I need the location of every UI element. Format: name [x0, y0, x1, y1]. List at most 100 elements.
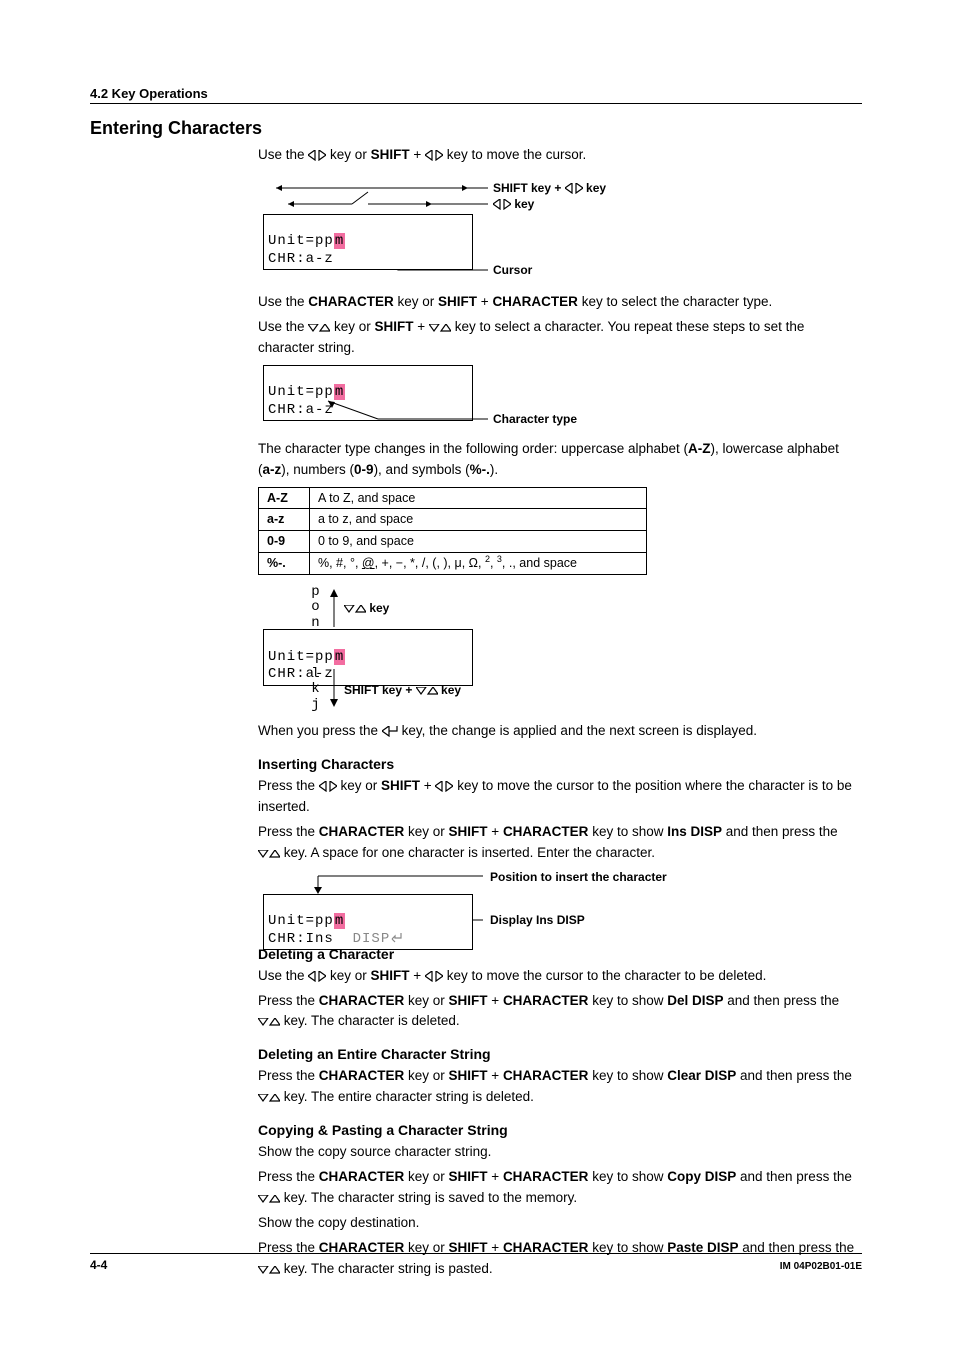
text: Press the — [258, 778, 319, 793]
text: , ., and space — [502, 556, 577, 570]
left-right-arrow-icon — [308, 971, 326, 982]
cell: %-. — [259, 553, 310, 575]
text: Use the — [258, 294, 308, 309]
text: Copy DISP — [667, 1169, 736, 1184]
text: CHARACTER — [503, 1068, 589, 1083]
text: + — [488, 1169, 503, 1184]
text: SHIFT — [449, 993, 488, 1008]
text: key to move the cursor. — [447, 147, 587, 162]
text: + — [488, 824, 503, 839]
text: Press the — [258, 1068, 319, 1083]
text: + — [477, 294, 492, 309]
left-right-arrow-icon — [425, 971, 443, 982]
text: key or — [330, 319, 374, 334]
annotation-down: SHIFT key + key — [344, 683, 461, 697]
text: key. A space for one character is insert… — [280, 845, 655, 860]
left-right-arrow-icon — [319, 781, 337, 792]
text: key to show — [588, 1068, 667, 1083]
lcd-line2b: DISP — [353, 931, 391, 947]
cell: A to Z, and space — [310, 487, 647, 509]
text: Use the — [258, 147, 308, 162]
page-number: 4-4 — [90, 1258, 107, 1272]
text: SHIFT — [381, 778, 420, 793]
text: CHARACTER — [319, 824, 405, 839]
text: key or — [326, 968, 370, 983]
text: + — [413, 147, 425, 162]
text: key — [583, 181, 606, 195]
para: Press the CHARACTER key or SHIFT + CHARA… — [258, 991, 858, 1033]
text: ). — [490, 462, 498, 477]
text: SHIFT key + — [493, 181, 565, 195]
text: CHARACTER — [503, 993, 589, 1008]
text: SHIFT — [449, 824, 488, 839]
text: , +, −, *, /, (, ), μ, Ω, — [375, 556, 485, 570]
text: and then press the — [724, 993, 840, 1008]
para: Press the CHARACTER key or SHIFT + CHARA… — [258, 822, 858, 864]
text: Ins DISP — [667, 824, 722, 839]
cell: a to z, and space — [310, 509, 647, 531]
text: A-Z — [688, 441, 711, 456]
text: CHARACTER — [319, 993, 405, 1008]
text: Press the — [258, 993, 319, 1008]
text: CHARACTER — [319, 1068, 405, 1083]
lcd-line1a: Unit=pp — [268, 233, 334, 249]
cell: 0 to 9, and space — [310, 531, 647, 553]
text: SHIFT — [449, 1068, 488, 1083]
para: Show the copy source character string. — [258, 1142, 858, 1163]
para: Press the CHARACTER key or SHIFT + CHARA… — [258, 1167, 858, 1209]
left-right-arrow-icon — [493, 199, 511, 210]
text: and then press the — [736, 1169, 852, 1184]
text: ), and symbols ( — [374, 462, 470, 477]
text: Use the — [258, 968, 308, 983]
doc-id: IM 04P02B01-01E — [780, 1261, 862, 1272]
down-up-arrow-icon — [258, 1018, 280, 1027]
text: CHARACTER — [319, 1169, 405, 1184]
cell: a-z — [259, 509, 310, 531]
para: Press the CHARACTER key or SHIFT + CHARA… — [258, 1066, 858, 1108]
cell: %, #, °, @, +, −, *, /, (, ), μ, Ω, 2, 3… — [310, 553, 647, 575]
subhead-insert: Inserting Characters — [258, 756, 858, 772]
subhead-copy: Copying & Pasting a Character String — [258, 1122, 858, 1138]
annotation-key: key — [493, 197, 534, 211]
para: Press the key or SHIFT + key to move the… — [258, 776, 858, 818]
text: , — [490, 556, 497, 570]
down-up-arrow-icon — [258, 1266, 280, 1275]
text: and then press the — [736, 1068, 852, 1083]
text: a-z — [263, 462, 282, 477]
text: key to show — [588, 1169, 667, 1184]
text: key or — [404, 993, 448, 1008]
lcd-highlight: m — [334, 233, 345, 249]
annotation-chartype: Character type — [493, 412, 577, 426]
down-up-arrow-icon — [344, 605, 366, 614]
text: key to show — [588, 993, 667, 1008]
text: key. The character is deleted. — [280, 1013, 460, 1028]
lcd-line2a: CHR:Ins — [268, 931, 353, 947]
text: + — [488, 993, 503, 1008]
cell: 0-9 — [259, 531, 310, 553]
intro-para: Use the key or SHIFT + key to move the c… — [258, 145, 858, 166]
text: + — [414, 319, 429, 334]
text: key to select the character type. — [578, 294, 772, 309]
text: ), numbers ( — [281, 462, 354, 477]
text: CHARACTER — [308, 294, 394, 309]
text: CHARACTER — [503, 824, 589, 839]
text: SHIFT — [371, 147, 410, 162]
text: key or — [330, 147, 371, 162]
down-up-arrow-icon — [258, 1094, 280, 1103]
text: key, the change is applied and the next … — [398, 723, 757, 738]
down-up-arrow-icon — [429, 324, 451, 333]
lcd-line1a: Unit=pp — [268, 913, 334, 929]
para: Use the key or SHIFT + key to select a c… — [258, 317, 858, 359]
text: key or — [394, 294, 438, 309]
figure-char-select: p o n Unit=ppm CHR:a-z l k j key — [258, 585, 858, 711]
text: CHARACTER — [503, 1169, 589, 1184]
text: key. The entire character string is dele… — [280, 1089, 534, 1104]
down-up-arrow-icon — [258, 850, 280, 859]
left-right-arrow-icon — [435, 781, 453, 792]
text: + — [410, 968, 425, 983]
text: SHIFT key + — [344, 683, 416, 697]
left-right-arrow-icon — [565, 183, 583, 194]
left-right-arrow-icon — [425, 150, 443, 161]
text: Del DISP — [667, 993, 723, 1008]
para: Press the CHARACTER key or SHIFT + CHARA… — [258, 1238, 858, 1280]
